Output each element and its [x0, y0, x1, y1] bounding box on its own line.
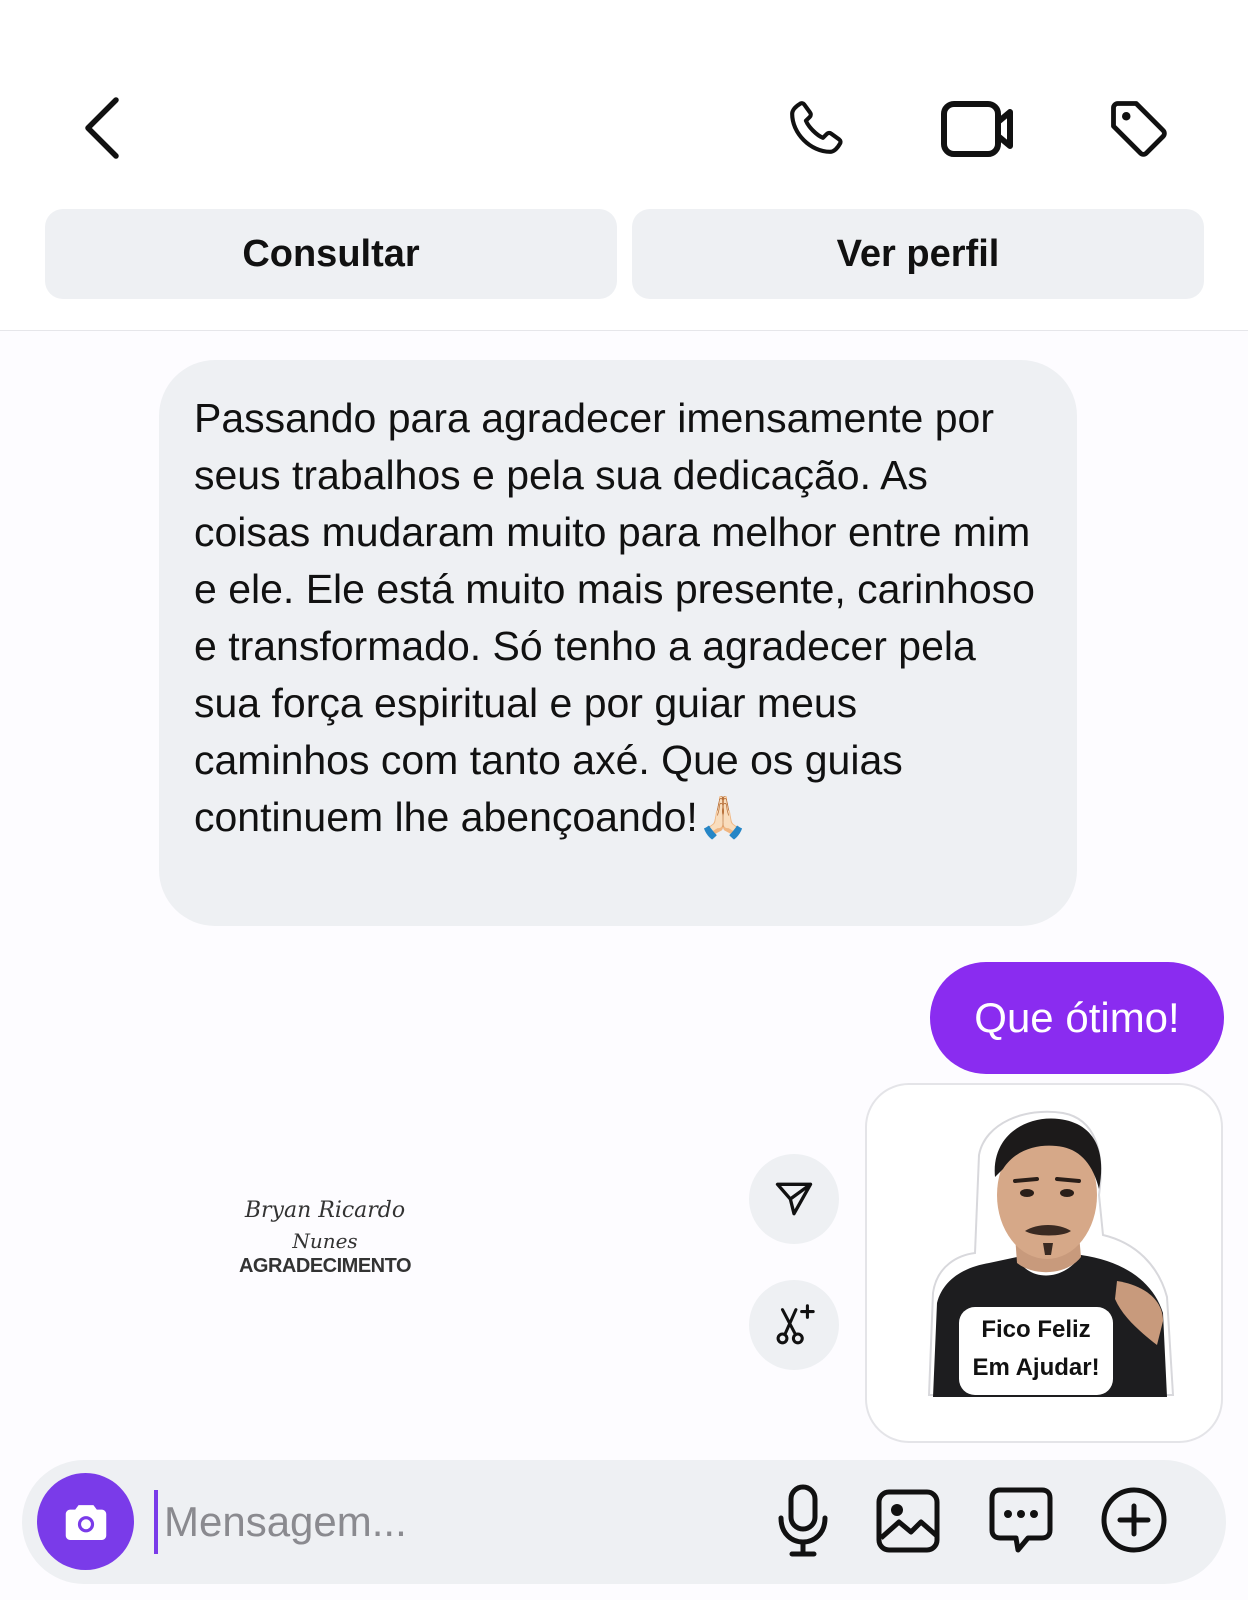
incoming-message-bubble[interactable]: Passando para agradecer imensamente por … — [159, 360, 1077, 926]
message-input[interactable] — [154, 1490, 746, 1554]
watermark-label: AGRADECIMENTO — [238, 1255, 412, 1277]
microphone-icon — [778, 1484, 828, 1557]
share-button[interactable] — [749, 1154, 839, 1244]
incoming-message-text: Passando para agradecer imensamente por … — [194, 395, 1035, 840]
call-button[interactable] — [778, 92, 852, 166]
sticker-message[interactable]: Fico Feliz Em Ajudar! — [865, 1083, 1223, 1443]
back-icon — [85, 97, 119, 159]
sticker-chat-icon — [989, 1487, 1053, 1553]
camera-icon — [65, 1504, 106, 1540]
consult-button[interactable]: Consultar — [45, 209, 617, 299]
tag-icon — [1111, 101, 1167, 157]
watermark-surname: Nunes — [292, 1229, 358, 1253]
sticker-person-image — [927, 1110, 1175, 1397]
sticker-chat-button[interactable] — [986, 1484, 1056, 1558]
scissors-sparkle-icon — [776, 1304, 815, 1345]
watermark-name: Bryan Ricardo — [244, 1198, 406, 1223]
sticker-caption-line1: Fico Feliz — [981, 1316, 1091, 1343]
sticker-caption-line2: Em Ajudar! — [972, 1354, 1100, 1381]
outgoing-message-text: Que ótimo! — [974, 994, 1180, 1041]
gallery-icon — [876, 1489, 940, 1553]
sticker-caption: Fico Feliz Em Ajudar! — [959, 1311, 1113, 1387]
video-call-icon — [941, 101, 1013, 157]
tag-button[interactable] — [1102, 92, 1176, 166]
voice-message-button[interactable] — [770, 1480, 836, 1562]
more-options-button[interactable] — [1098, 1484, 1170, 1556]
remix-button[interactable] — [749, 1280, 839, 1370]
outgoing-message-bubble[interactable]: Que ótimo! — [930, 962, 1224, 1074]
phone-icon — [790, 101, 843, 154]
send-icon — [775, 1182, 813, 1216]
video-call-button[interactable] — [938, 92, 1018, 166]
gallery-button[interactable] — [873, 1486, 943, 1556]
camera-button[interactable] — [37, 1473, 134, 1570]
watermark: Bryan Ricardo Nunes AGRADECIMENTO — [215, 1198, 435, 1278]
view-profile-button[interactable]: Ver perfil — [632, 209, 1204, 299]
back-button[interactable] — [70, 88, 134, 168]
plus-icon — [1101, 1487, 1167, 1553]
